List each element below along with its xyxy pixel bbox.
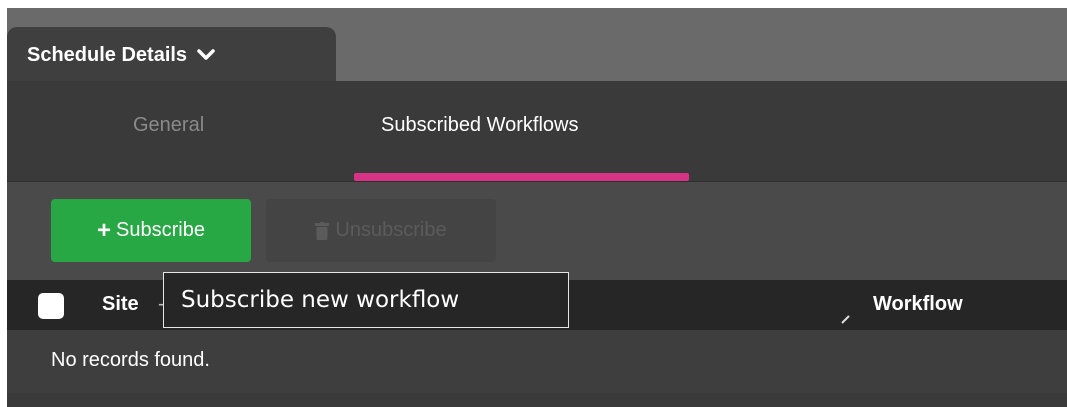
- tab-bar: General Subscribed Workflows: [7, 81, 1067, 182]
- subscribe-tooltip: Subscribe new workflow: [163, 272, 569, 328]
- toolbar: + Subscribe Unsubscribe: [7, 182, 1067, 280]
- active-tab-indicator: [354, 173, 689, 181]
- schedule-details-header[interactable]: Schedule Details: [7, 27, 336, 83]
- column-resize-handle[interactable]: [840, 313, 852, 325]
- tab-subscribed-workflows[interactable]: Subscribed Workflows: [381, 114, 578, 137]
- column-header-site[interactable]: Site: [102, 293, 139, 316]
- select-all-checkbox[interactable]: [38, 293, 64, 319]
- schedule-details-panel: General Subscribed Workflows + Subscribe…: [7, 81, 1067, 407]
- subscribe-button-label: Subscribe: [116, 219, 205, 241]
- chevron-down-icon: [197, 49, 215, 60]
- tab-general[interactable]: General: [133, 114, 204, 137]
- column-header-workflow[interactable]: Workflow: [873, 293, 963, 316]
- trash-icon: [315, 221, 330, 240]
- unsubscribe-button[interactable]: Unsubscribe: [266, 199, 496, 262]
- header-title: Schedule Details: [27, 43, 188, 66]
- plus-icon: +: [97, 216, 112, 244]
- subscribe-button[interactable]: + Subscribe: [51, 199, 251, 262]
- empty-table-message: No records found.: [7, 330, 1067, 393]
- unsubscribe-button-label: Unsubscribe: [335, 219, 447, 241]
- schedule-details-window: Schedule Details General Subscribed Work…: [7, 8, 1067, 407]
